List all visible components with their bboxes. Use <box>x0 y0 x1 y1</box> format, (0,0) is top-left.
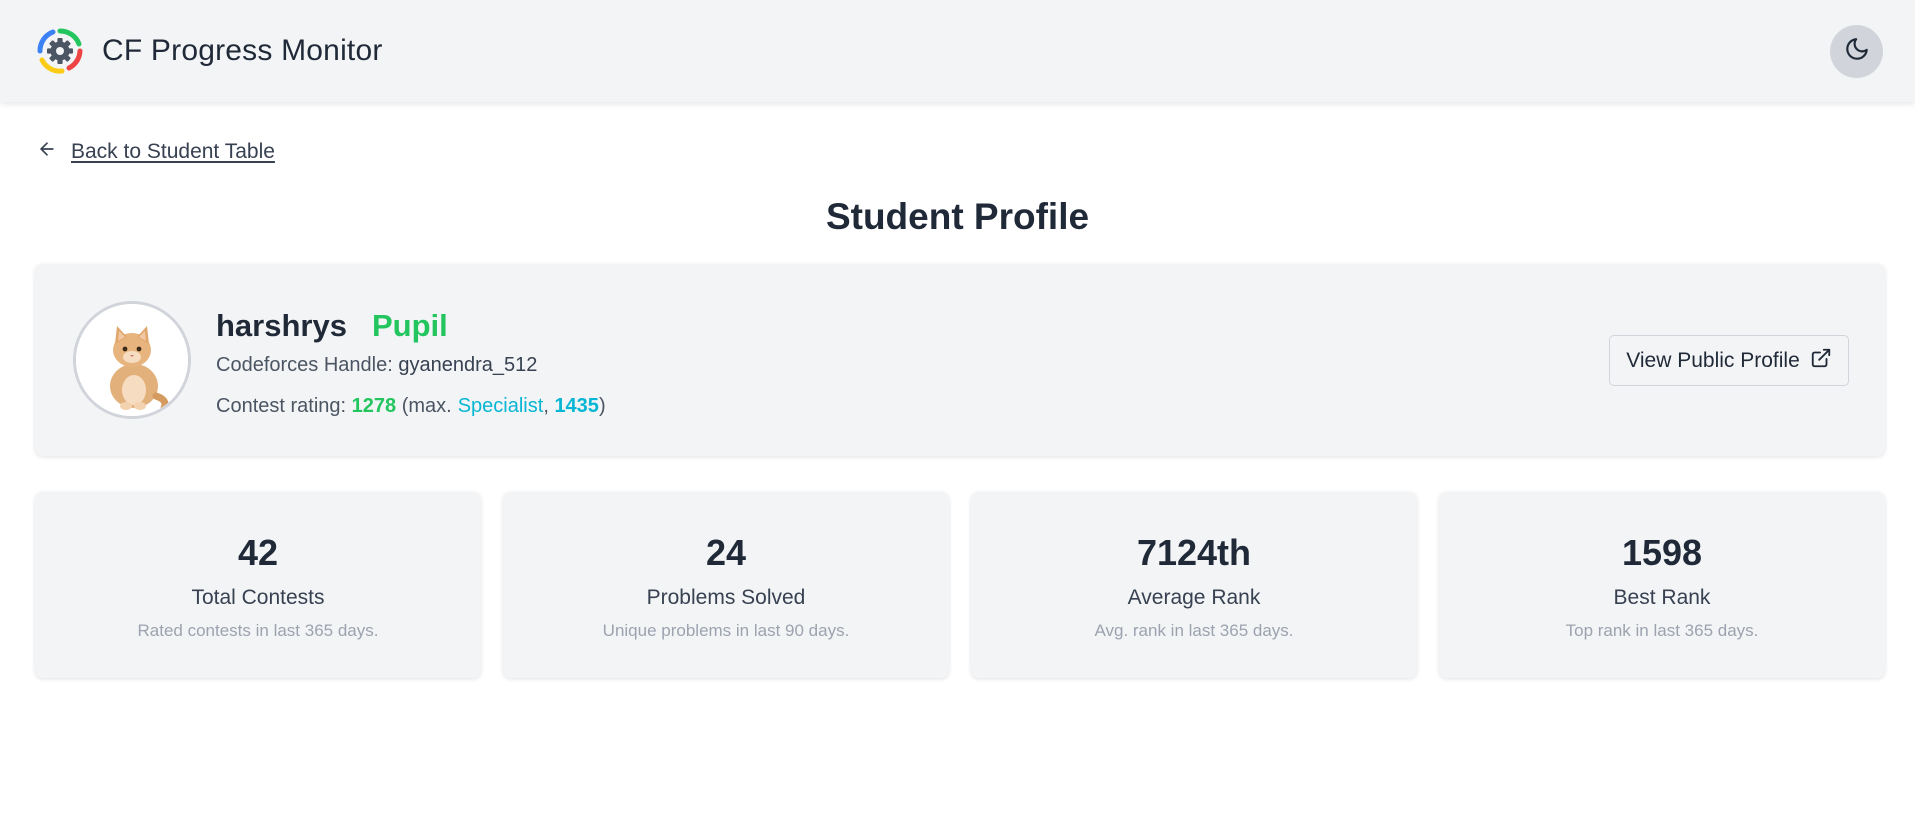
stat-card-average-rank: 7124th Average Rank Avg. rank in last 36… <box>971 492 1417 678</box>
top-navbar: CF Progress Monitor <box>0 0 1915 102</box>
max-rating: 1435 <box>554 395 599 417</box>
stat-value: 7124th <box>1136 532 1252 573</box>
view-public-profile-label: View Public Profile <box>1626 348 1800 372</box>
current-rating: 1278 <box>351 395 397 417</box>
stat-value: 24 <box>705 532 747 573</box>
theme-toggle-button[interactable] <box>1830 25 1883 78</box>
stat-description: Avg. rank in last 365 days. <box>1094 621 1294 640</box>
stat-label: Total Contests <box>191 586 325 609</box>
name-row: harshrys Pupil <box>216 308 448 344</box>
stat-label: Best Rank <box>1613 586 1711 609</box>
handle-value: gyanendra_512 <box>398 354 538 376</box>
stats-row: 42 Total Contests Rated contests in last… <box>35 492 1885 678</box>
stat-card-best-rank: 1598 Best Rank Top rank in last 365 days… <box>1439 492 1885 678</box>
back-link-label[interactable]: Back to Student Table <box>71 140 275 164</box>
profile-card: harshrys Pupil Codeforces Handle: gyanen… <box>35 264 1885 456</box>
handle-label: Codeforces Handle: <box>216 354 393 376</box>
stat-card-total-contests: 42 Total Contests Rated contests in last… <box>35 492 481 678</box>
stat-label: Problems Solved <box>646 586 806 609</box>
app-title: CF Progress Monitor <box>102 34 383 67</box>
rating-label: Contest rating: <box>216 395 347 417</box>
stat-value: 1598 <box>1621 532 1703 573</box>
rating-row: Contest rating: 1278 (max. Specialist, 14… <box>216 395 606 418</box>
stat-label: Average Rank <box>1127 586 1261 609</box>
max-separator: , <box>543 395 549 417</box>
stat-value: 42 <box>237 532 279 573</box>
max-rank: Specialist <box>457 395 544 417</box>
stat-description: Unique problems in last 90 days. <box>602 621 850 640</box>
handle-row: Codeforces Handle: gyanendra_512 <box>216 354 537 377</box>
moon-icon <box>1844 36 1870 67</box>
page-title: Student Profile <box>825 196 1090 237</box>
avatar <box>73 301 191 419</box>
arrow-left-icon <box>37 139 57 164</box>
gear-icon[interactable] <box>36 27 84 75</box>
max-prefix: (max. <box>401 395 452 417</box>
stat-description: Rated contests in last 365 days. <box>137 621 379 640</box>
stat-card-problems-solved: 24 Problems Solved Unique problems in la… <box>503 492 949 678</box>
stat-description: Top rank in last 365 days. <box>1565 621 1759 640</box>
max-suffix: ) <box>598 395 606 417</box>
external-link-icon <box>1810 347 1832 375</box>
rank-badge: Pupil <box>371 308 448 343</box>
username: harshrys <box>216 308 347 343</box>
back-to-student-table-link[interactable]: Back to Student Table <box>37 139 275 164</box>
view-public-profile-button[interactable]: View Public Profile <box>1609 335 1849 386</box>
